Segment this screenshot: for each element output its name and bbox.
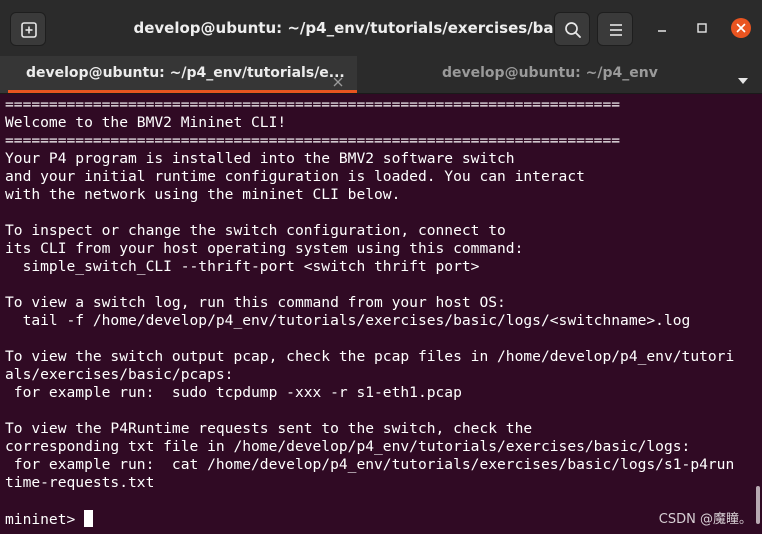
minimize-button[interactable] [652, 18, 672, 38]
close-button[interactable] [731, 18, 751, 38]
tab-label: develop@ubuntu: ~/p4_env [442, 65, 658, 81]
hamburger-menu-icon [610, 24, 622, 36]
terminal-line: To inspect or change the switch configur… [5, 222, 506, 239]
terminal-line: for example run: cat /home/develop/p4_en… [5, 456, 735, 473]
tab-label: develop@ubuntu: ~/p4_env/tutorials/e... [26, 65, 345, 81]
terminal-line: als/exercises/basic/pcaps: [5, 366, 234, 383]
tab-close-icon [333, 77, 343, 87]
scrollbar[interactable] [756, 486, 760, 524]
tab-bar: develop@ubuntu: ~/p4_env/tutorials/e... … [0, 56, 762, 94]
terminal-line: simple_switch_CLI --thrift-port <switch … [5, 258, 480, 275]
search-icon [565, 22, 581, 38]
terminal-line: and your initial runtime configuration i… [5, 168, 585, 185]
new-tab-button[interactable] [10, 12, 46, 46]
new-tab-icon [21, 22, 37, 38]
terminal-line: To view the switch output pcap, check th… [5, 348, 735, 365]
header-bar: develop@ubuntu: ~/p4_env/tutorials/exerc… [0, 0, 762, 56]
text-cursor [84, 510, 94, 527]
tab-inactive[interactable]: develop@ubuntu: ~/p4_env [357, 56, 727, 93]
terminal-line: ========================================… [5, 132, 621, 149]
terminal-line: To view a switch log, run this command f… [5, 294, 506, 311]
terminal-lines: ========================================… [5, 96, 734, 492]
active-tab-indicator [8, 90, 357, 93]
menu-button[interactable] [597, 12, 633, 46]
terminal-output[interactable]: ========================================… [0, 94, 762, 534]
maximize-icon [697, 23, 707, 33]
terminal-line: corresponding txt file in /home/develop/… [5, 438, 691, 455]
terminal-line: time-requests.txt [5, 474, 155, 491]
terminal-line: Your P4 program is installed into the BM… [5, 150, 515, 167]
terminal-line: ========================================… [5, 96, 621, 113]
search-button[interactable] [554, 12, 590, 46]
terminal-line: its CLI from your host operating system … [5, 240, 524, 257]
window-title: develop@ubuntu: ~/p4_env/tutorials/exerc… [133, 19, 577, 37]
terminal-window: develop@ubuntu: ~/p4_env/tutorials/exerc… [0, 0, 762, 534]
tab-close-button[interactable] [332, 67, 344, 87]
prompt-text: mininet> [5, 511, 76, 528]
close-icon [736, 23, 746, 33]
maximize-button[interactable] [692, 18, 712, 38]
terminal-line: Welcome to the BMV2 Mininet CLI! [5, 114, 287, 131]
terminal-line: To view the P4Runtime requests sent to t… [5, 420, 533, 437]
terminal-line: with the network using the mininet CLI b… [5, 186, 401, 203]
minimize-icon [658, 30, 666, 32]
watermark: CSDN @魔瞳。 [658, 512, 752, 527]
terminal-line: tail -f /home/develop/p4_env/tutorials/e… [5, 312, 691, 329]
tab-list-button[interactable] [737, 70, 749, 84]
prompt-line[interactable]: mininet> [5, 510, 94, 528]
tab-active[interactable]: develop@ubuntu: ~/p4_env/tutorials/e... [0, 56, 357, 93]
chevron-down-icon [738, 78, 748, 84]
terminal-line: for example run: sudo tcpdump -xxx -r s1… [5, 384, 462, 401]
